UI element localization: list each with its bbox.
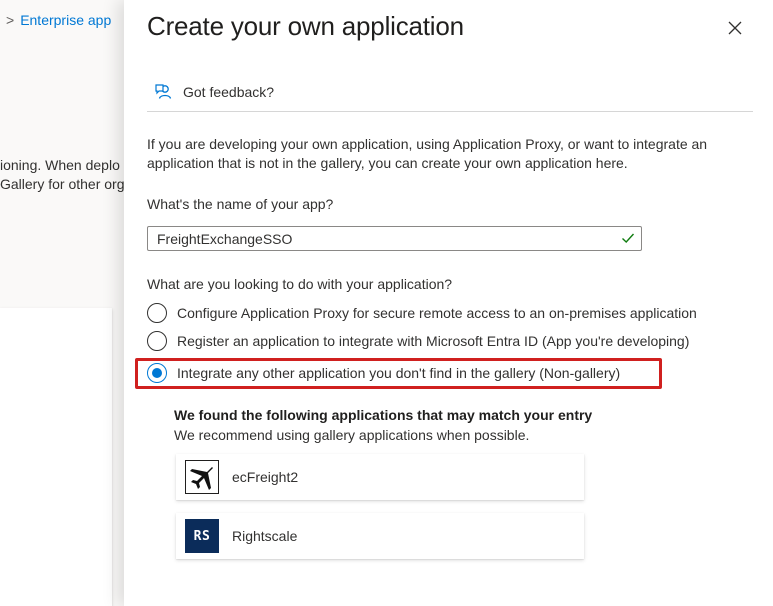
suggestions-subheading: We recommend using gallery applications … bbox=[174, 427, 530, 443]
radio-option-label: Integrate any other application you don'… bbox=[177, 365, 621, 381]
suggestions-heading: We found the following applications that… bbox=[174, 407, 593, 423]
radio-option-label: Configure Application Proxy for secure r… bbox=[177, 305, 697, 321]
breadcrumb-separator: > bbox=[6, 12, 15, 28]
radio-button[interactable] bbox=[147, 303, 167, 323]
radio-option-register-app[interactable]: Register an application to integrate wit… bbox=[147, 330, 689, 352]
radio-option-non-gallery[interactable]: Integrate any other application you don'… bbox=[147, 362, 620, 384]
app-name-input[interactable] bbox=[147, 226, 642, 251]
close-icon bbox=[728, 21, 742, 35]
suggested-app-ecfreight2[interactable]: ecFreight2 bbox=[176, 454, 584, 500]
background-text-line: Gallery for other org bbox=[0, 176, 125, 192]
feedback-link[interactable]: Got feedback? bbox=[154, 80, 274, 104]
radio-option-app-proxy[interactable]: Configure Application Proxy for secure r… bbox=[147, 302, 697, 324]
divider bbox=[147, 111, 753, 112]
feedback-label: Got feedback? bbox=[183, 84, 275, 100]
panel-description: If you are developing your own applicati… bbox=[147, 136, 708, 171]
create-application-panel: Create your own application Got feedback… bbox=[124, 0, 773, 606]
breadcrumb-enterprise-apps[interactable]: Enterprise app bbox=[20, 12, 111, 28]
suggested-app-name: ecFreight2 bbox=[232, 469, 299, 485]
checkmark-icon bbox=[622, 233, 635, 243]
suggested-app-name: Rightscale bbox=[232, 528, 298, 544]
background-text: ioning. When deplo Gallery for other org bbox=[0, 156, 125, 194]
radio-option-label: Register an application to integrate wit… bbox=[177, 333, 690, 349]
airplane-icon bbox=[185, 460, 219, 494]
app-purpose-label: What are you looking to do with your app… bbox=[147, 276, 453, 292]
suggested-app-rightscale[interactable]: RS Rightscale bbox=[176, 513, 584, 559]
radio-button[interactable] bbox=[147, 331, 167, 351]
background-text-line: ioning. When deplo bbox=[0, 157, 120, 173]
panel-title: Create your own application bbox=[147, 11, 464, 41]
rightscale-logo: RS bbox=[185, 519, 219, 553]
app-name-label: What's the name of your app? bbox=[147, 196, 334, 212]
breadcrumb: > Enterprise app bbox=[0, 12, 111, 28]
radio-button-selected[interactable] bbox=[147, 363, 167, 383]
feedback-icon bbox=[155, 84, 172, 99]
close-button[interactable] bbox=[722, 15, 748, 41]
background-card bbox=[0, 308, 112, 606]
